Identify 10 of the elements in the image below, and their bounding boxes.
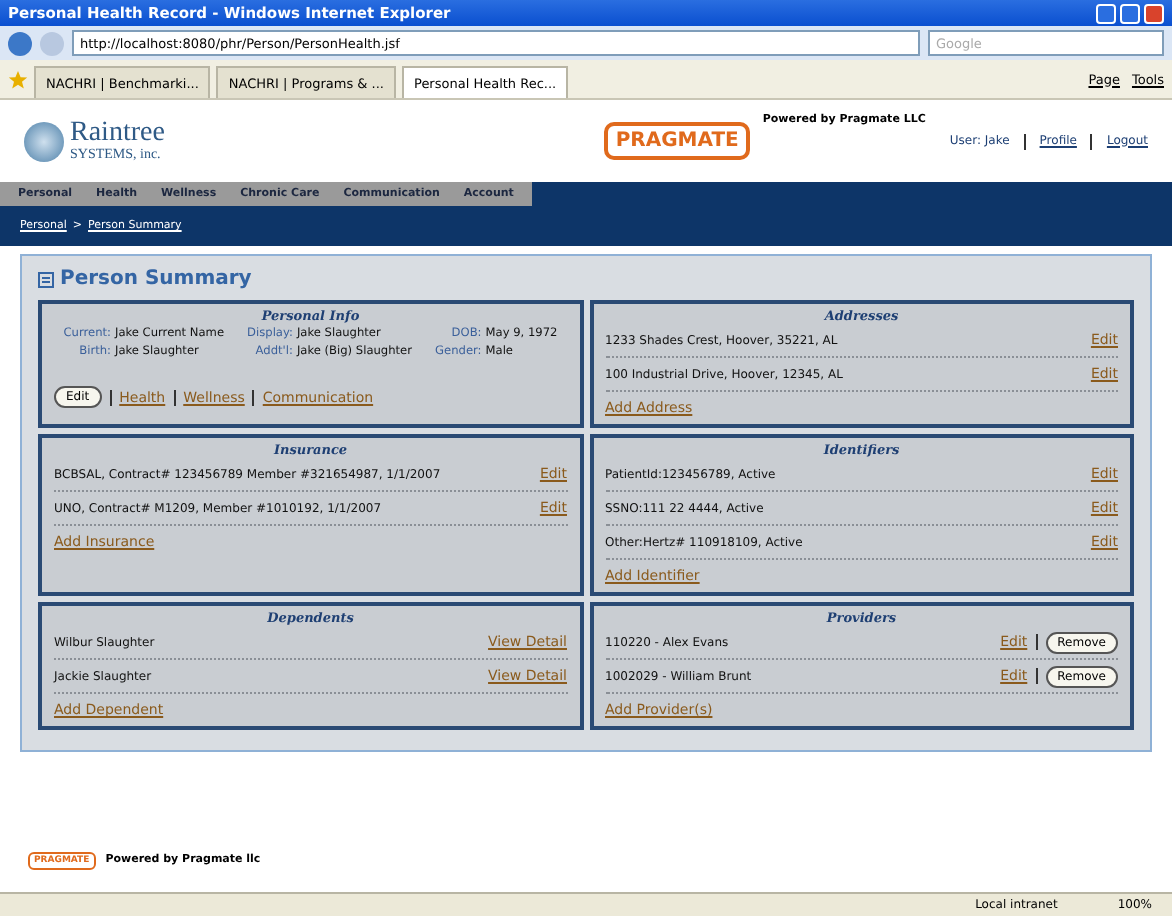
page-title: Person Summary bbox=[60, 268, 252, 290]
favorites-star-icon[interactable] bbox=[8, 69, 28, 89]
brand-logo: PRAGMATE bbox=[603, 122, 751, 160]
close-button[interactable] bbox=[1144, 3, 1164, 23]
minimize-button[interactable] bbox=[1096, 3, 1116, 23]
document-icon bbox=[38, 271, 54, 287]
maximize-button[interactable] bbox=[1120, 3, 1140, 23]
globe-icon bbox=[24, 121, 64, 161]
logo-name: Raintree bbox=[70, 120, 165, 148]
back-button[interactable] bbox=[8, 31, 32, 55]
